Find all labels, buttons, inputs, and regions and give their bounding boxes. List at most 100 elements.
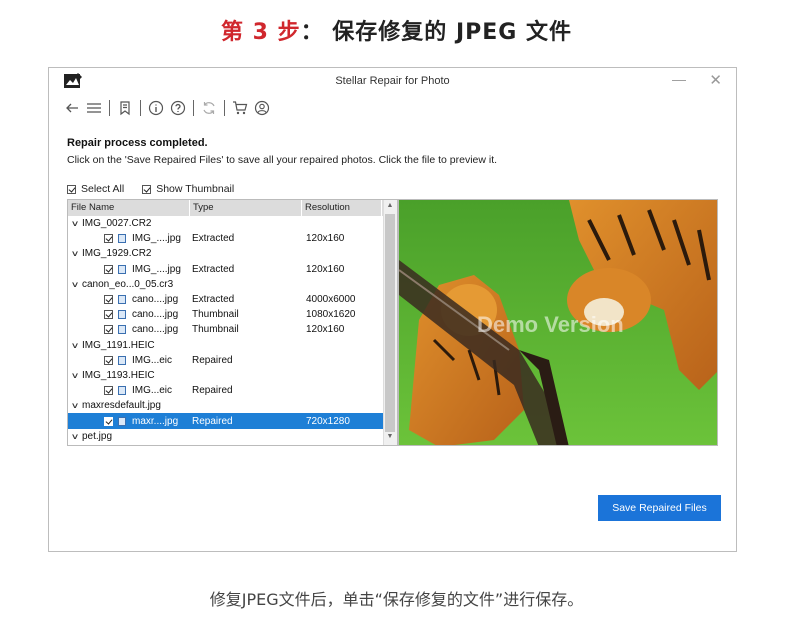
column-header-type[interactable]: Type: [190, 200, 302, 216]
file-checkbox[interactable]: [104, 416, 113, 426]
file-checkbox[interactable]: [104, 386, 113, 396]
chevron-down-icon[interactable]: ∨: [68, 219, 86, 228]
select-all-label: Select All: [81, 183, 125, 195]
file-name-cell: cano....jpg: [68, 309, 190, 320]
bookmark-icon[interactable]: [114, 97, 136, 119]
file-name-cell: ∨ IMG_0027.CR2: [68, 218, 190, 229]
file-name: cano....jpg: [132, 309, 179, 321]
column-header-file-name[interactable]: File Name: [68, 200, 190, 216]
file-row[interactable]: IMG...eic Repaired: [68, 383, 397, 398]
file-group-row[interactable]: ∨ IMG_1193.HEIC: [68, 368, 397, 383]
demo-watermark: Demo Version: [477, 312, 624, 337]
app-window: Stellar Repair for Photo — ✕ Repair proc…: [48, 67, 737, 552]
minimize-button[interactable]: —: [672, 71, 686, 87]
step-label: 第 3 步: [220, 20, 301, 45]
toolbar-divider: [193, 100, 194, 116]
file-type-cell: Extracted: [192, 233, 235, 245]
cart-icon[interactable]: [229, 97, 251, 119]
file-checkbox[interactable]: [104, 234, 113, 244]
file-row[interactable]: maxr....jpg Repaired 720x1280: [68, 413, 397, 429]
chevron-down-icon[interactable]: ∨: [68, 432, 86, 441]
file-row[interactable]: IMG...eic Repaired: [68, 353, 397, 368]
image-file-icon: [118, 295, 126, 305]
file-type-cell: Repaired: [192, 385, 233, 397]
file-name: IMG...eic: [132, 385, 173, 397]
group-name: maxresdefault.jpg: [82, 400, 161, 412]
file-list-header: File Name Type Resolution: [68, 200, 397, 216]
file-row[interactable]: cano....jpg Thumbnail 1080x1620: [68, 307, 397, 322]
info-icon[interactable]: [145, 97, 167, 119]
file-name-cell: ∨ IMG_1191.HEIC: [68, 340, 190, 351]
file-group-row[interactable]: ∨ IMG_1929.CR2: [68, 246, 397, 261]
image-file-icon: [118, 355, 126, 365]
scroll-thumb[interactable]: [385, 214, 395, 432]
help-icon[interactable]: [167, 97, 189, 119]
file-name-cell: IMG_....jpg: [68, 264, 190, 275]
file-checkbox[interactable]: [104, 295, 113, 305]
status-title: Repair process completed.: [67, 137, 208, 149]
file-type-cell: Extracted: [192, 294, 235, 306]
chevron-down-icon[interactable]: ∨: [68, 401, 86, 410]
refresh-icon[interactable]: [198, 97, 220, 119]
image-file-icon: [118, 264, 126, 274]
list-options: Select All Show Thumbnail: [67, 183, 234, 195]
file-type-cell: Extracted: [192, 263, 235, 275]
user-icon[interactable]: [251, 97, 273, 119]
file-checkbox[interactable]: [104, 264, 113, 274]
file-list: File Name Type Resolution ∨ IMG_0027.CR2 I…: [67, 199, 398, 446]
file-row[interactable]: cano....jpg Extracted 4000x6000: [68, 292, 397, 307]
checkbox-icon[interactable]: [67, 184, 76, 194]
file-list-body: ∨ IMG_0027.CR2 IMG_....jpg Extracted 120x160…: [68, 216, 397, 444]
chevron-down-icon[interactable]: ∨: [68, 280, 86, 289]
file-name-cell: ∨ IMG_1929.CR2: [68, 248, 190, 259]
toolbar-divider: [109, 100, 110, 116]
chevron-down-icon[interactable]: ∨: [68, 371, 86, 380]
window-title: Stellar Repair for Photo: [335, 75, 450, 87]
file-row[interactable]: cano....jpg Thumbnail 120x160: [68, 322, 397, 337]
menu-icon[interactable]: [83, 97, 105, 119]
file-row[interactable]: IMG_....jpg Extracted 120x160: [68, 231, 397, 246]
file-list-scrollbar[interactable]: ▲ ▼: [383, 200, 397, 445]
checkbox-icon[interactable]: [142, 184, 152, 194]
close-button[interactable]: ✕: [709, 71, 722, 89]
save-repaired-files-button[interactable]: Save Repaired Files: [598, 495, 721, 521]
column-header-resolution[interactable]: Resolution: [302, 200, 382, 216]
file-group-row[interactable]: ∨ IMG_0027.CR2: [68, 216, 397, 231]
scroll-down-icon[interactable]: ▼: [385, 433, 395, 443]
file-group-row[interactable]: ∨ IMG_1191.HEIC: [68, 338, 397, 353]
file-group-row[interactable]: ∨ pet.jpg: [68, 429, 397, 444]
back-icon[interactable]: [61, 97, 83, 119]
file-checkbox[interactable]: [104, 355, 113, 365]
file-name-cell: IMG_....jpg: [68, 233, 190, 244]
file-name: cano....jpg: [132, 294, 179, 306]
file-name-cell: ∨ canon_eo...0_05.cr3: [68, 279, 190, 290]
file-resolution-cell: 120x160: [306, 233, 345, 245]
status-subtitle: Click on the 'Save Repaired Files' to sa…: [67, 154, 498, 166]
image-file-icon: [118, 386, 126, 396]
file-name: IMG_....jpg: [132, 263, 181, 275]
file-resolution-cell: 120x160: [306, 263, 345, 275]
group-name: canon_eo...0_05.cr3: [82, 278, 174, 290]
select-all-checkbox[interactable]: Select All: [67, 183, 124, 195]
file-name-cell: cano....jpg: [68, 294, 190, 305]
file-name-cell: ∨ IMG_1193.HEIC: [68, 370, 190, 381]
file-row[interactable]: IMG_....jpg Extracted 120x160: [68, 262, 397, 277]
group-name: IMG_1929.CR2: [82, 248, 152, 260]
image-file-icon: [118, 416, 126, 426]
show-thumbnail-label: Show Thumbnail: [156, 183, 235, 195]
file-group-row[interactable]: ∨ canon_eo...0_05.cr3: [68, 277, 397, 292]
chevron-down-icon[interactable]: ∨: [68, 249, 86, 258]
show-thumbnail-checkbox[interactable]: Show Thumbnail: [142, 183, 234, 195]
file-name-cell: maxr....jpg: [68, 416, 190, 427]
step-title: ： 保存修复的 JPEG 文件: [300, 20, 572, 45]
chevron-down-icon[interactable]: ∨: [68, 341, 86, 350]
scroll-up-icon[interactable]: ▲: [385, 202, 395, 212]
file-name: maxr....jpg: [132, 415, 179, 427]
file-checkbox[interactable]: [104, 310, 113, 320]
file-type-cell: Thumbnail: [192, 309, 239, 321]
photo-preview[interactable]: Demo Version: [398, 199, 718, 446]
file-type-cell: Thumbnail: [192, 324, 239, 336]
file-group-row[interactable]: ∨ maxresdefault.jpg: [68, 398, 397, 413]
file-checkbox[interactable]: [104, 325, 113, 335]
file-name-cell: IMG...eic: [68, 355, 190, 366]
